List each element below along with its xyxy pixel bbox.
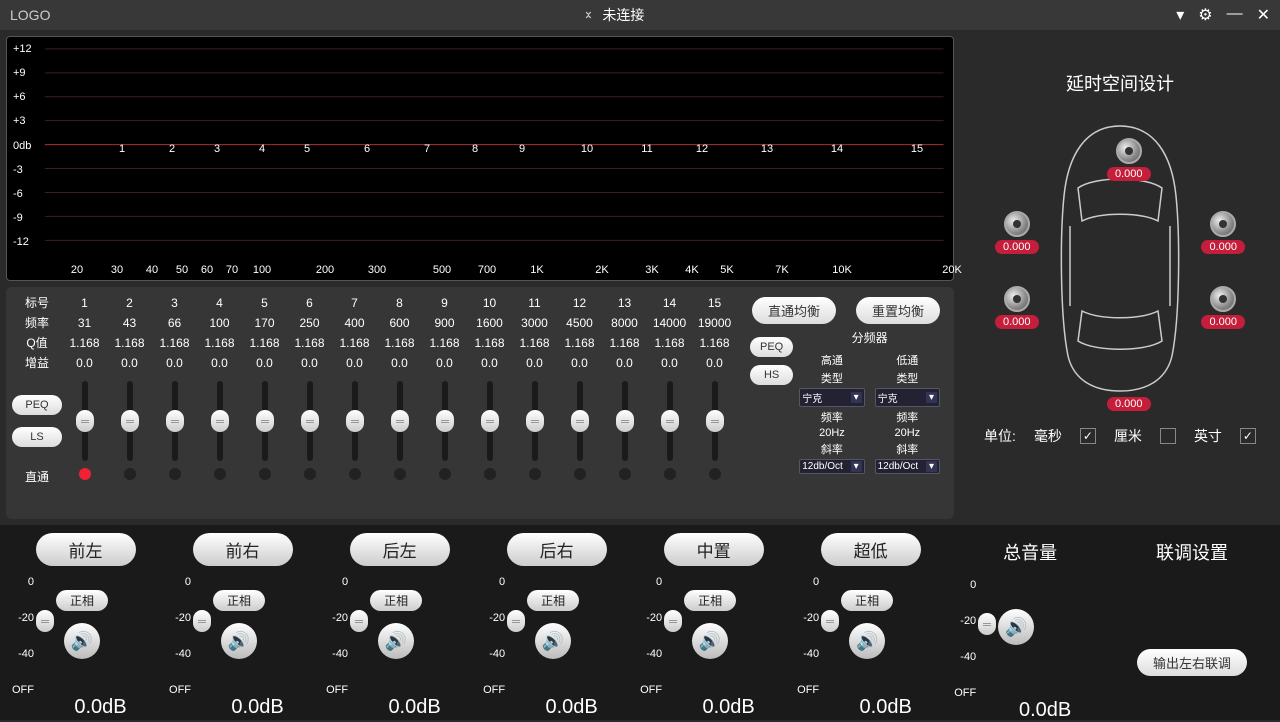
crossover-title: 分频器: [799, 329, 940, 346]
unit-in-checkbox[interactable]: [1240, 428, 1256, 444]
channel-slider[interactable]: [670, 576, 676, 666]
eq-slider[interactable]: [667, 381, 673, 461]
bypass-dot[interactable]: [259, 468, 271, 480]
speaker-icon[interactable]: [1210, 211, 1236, 237]
lp-type-select[interactable]: 宁克▾: [875, 388, 940, 407]
hdr-id: 标号: [12, 293, 62, 313]
bypass-dot[interactable]: [574, 468, 586, 480]
eq-slider[interactable]: [622, 381, 628, 461]
status-text: 未连接: [602, 5, 644, 25]
peq-button-2[interactable]: PEQ: [750, 337, 793, 357]
mute-button[interactable]: 🔊: [535, 623, 571, 659]
unit-ms-checkbox[interactable]: [1080, 428, 1096, 444]
eq-slider[interactable]: [532, 381, 538, 461]
bypass-dot[interactable]: [709, 468, 721, 480]
logo: LOGO: [10, 7, 50, 23]
eq-slider[interactable]: [442, 381, 448, 461]
eq-slider[interactable]: [577, 381, 583, 461]
bypass-dot[interactable]: [484, 468, 496, 480]
unit-cm-checkbox[interactable]: [1160, 428, 1176, 444]
mute-button[interactable]: 🔊: [221, 623, 257, 659]
eq-slider[interactable]: [262, 381, 268, 461]
phase-button[interactable]: 正相: [841, 590, 893, 611]
speaker-icon[interactable]: [1210, 286, 1236, 312]
connection-status: 未连接: [582, 5, 644, 25]
hs-button[interactable]: HS: [750, 365, 793, 385]
phase-button[interactable]: 正相: [370, 590, 422, 611]
eq-slider[interactable]: [397, 381, 403, 461]
bypass-dot[interactable]: [124, 468, 136, 480]
delay-title: 延时空间设计: [1066, 70, 1174, 96]
eq-slider[interactable]: [82, 381, 88, 461]
reset-eq-button[interactable]: 重置均衡: [856, 297, 940, 324]
lp-slope-select[interactable]: 12db/Oct▾: [875, 459, 940, 474]
channel-slider[interactable]: [356, 576, 362, 666]
eq-slider[interactable]: [307, 381, 313, 461]
eq-panel: 标号 频率 Q值 增益 1311.1680.02431.1680.03661.1…: [6, 287, 954, 519]
unit-label: 单位:: [984, 426, 1016, 446]
eq-slider[interactable]: [712, 381, 718, 461]
master-slider[interactable]: [984, 579, 990, 669]
channel-slider[interactable]: [827, 576, 833, 666]
eq-graph[interactable]: +12+9+6+30db-3-6-9-122030405060701002003…: [6, 36, 954, 281]
bypass-dot[interactable]: [169, 468, 181, 480]
channel-button[interactable]: 中置: [664, 533, 764, 566]
eq-slider[interactable]: [352, 381, 358, 461]
channel-button[interactable]: 超低: [821, 533, 921, 566]
ls-button[interactable]: LS: [12, 427, 62, 447]
mute-button[interactable]: 🔊: [692, 623, 728, 659]
channel-button[interactable]: 前左: [36, 533, 136, 566]
hp-type-select[interactable]: 宁克▾: [799, 388, 864, 407]
channel-slider[interactable]: [513, 576, 519, 666]
hdr-gain: 增益: [12, 353, 62, 373]
car-diagram: 0.000 0.000 0.000 0.000 0.000 0.000: [990, 116, 1250, 396]
bypass-dot[interactable]: [529, 468, 541, 480]
bypass-eq-button[interactable]: 直通均衡: [752, 297, 836, 324]
mute-button[interactable]: 🔊: [64, 623, 100, 659]
channel-slider[interactable]: [42, 576, 48, 666]
hdr-freq: 频率: [12, 313, 62, 333]
gear-icon[interactable]: ⚙: [1198, 5, 1212, 25]
bypass-dot[interactable]: [304, 468, 316, 480]
peq-button[interactable]: PEQ: [12, 395, 62, 415]
bypass-dot[interactable]: [214, 468, 226, 480]
minimize-icon[interactable]: —: [1227, 5, 1243, 25]
bypass-dot[interactable]: [349, 468, 361, 480]
speaker-icon[interactable]: [1004, 211, 1030, 237]
hdr-q: Q值: [12, 333, 62, 353]
channel-button[interactable]: 后右: [507, 533, 607, 566]
close-icon[interactable]: ✕: [1257, 5, 1270, 25]
mute-button[interactable]: 🔊: [849, 623, 885, 659]
bypass-label: 直通: [12, 468, 62, 485]
phase-button[interactable]: 正相: [684, 590, 736, 611]
master-mute-button[interactable]: 🔊: [998, 609, 1034, 645]
bypass-dot[interactable]: [619, 468, 631, 480]
bypass-dot[interactable]: [394, 468, 406, 480]
disconnected-icon: [582, 8, 596, 22]
phase-button[interactable]: 正相: [56, 590, 108, 611]
eq-slider[interactable]: [217, 381, 223, 461]
channel-button[interactable]: 前右: [193, 533, 293, 566]
bypass-dot[interactable]: [439, 468, 451, 480]
channel-button[interactable]: 后左: [350, 533, 450, 566]
output-link-button[interactable]: 输出左右联调: [1137, 649, 1247, 676]
hp-slope-select[interactable]: 12db/Oct▾: [799, 459, 864, 474]
speaker-icon[interactable]: [1116, 138, 1142, 164]
eq-slider[interactable]: [487, 381, 493, 461]
title-bar: LOGO 未连接 ▾ ⚙ — ✕: [0, 0, 1280, 30]
mute-button[interactable]: 🔊: [378, 623, 414, 659]
channel-slider[interactable]: [199, 576, 205, 666]
bypass-dot[interactable]: [664, 468, 676, 480]
menu-icon[interactable]: ▾: [1176, 5, 1184, 25]
eq-slider[interactable]: [127, 381, 133, 461]
phase-button[interactable]: 正相: [527, 590, 579, 611]
speaker-icon[interactable]: [1004, 286, 1030, 312]
phase-button[interactable]: 正相: [213, 590, 265, 611]
eq-slider[interactable]: [172, 381, 178, 461]
bypass-dot[interactable]: [79, 468, 91, 480]
